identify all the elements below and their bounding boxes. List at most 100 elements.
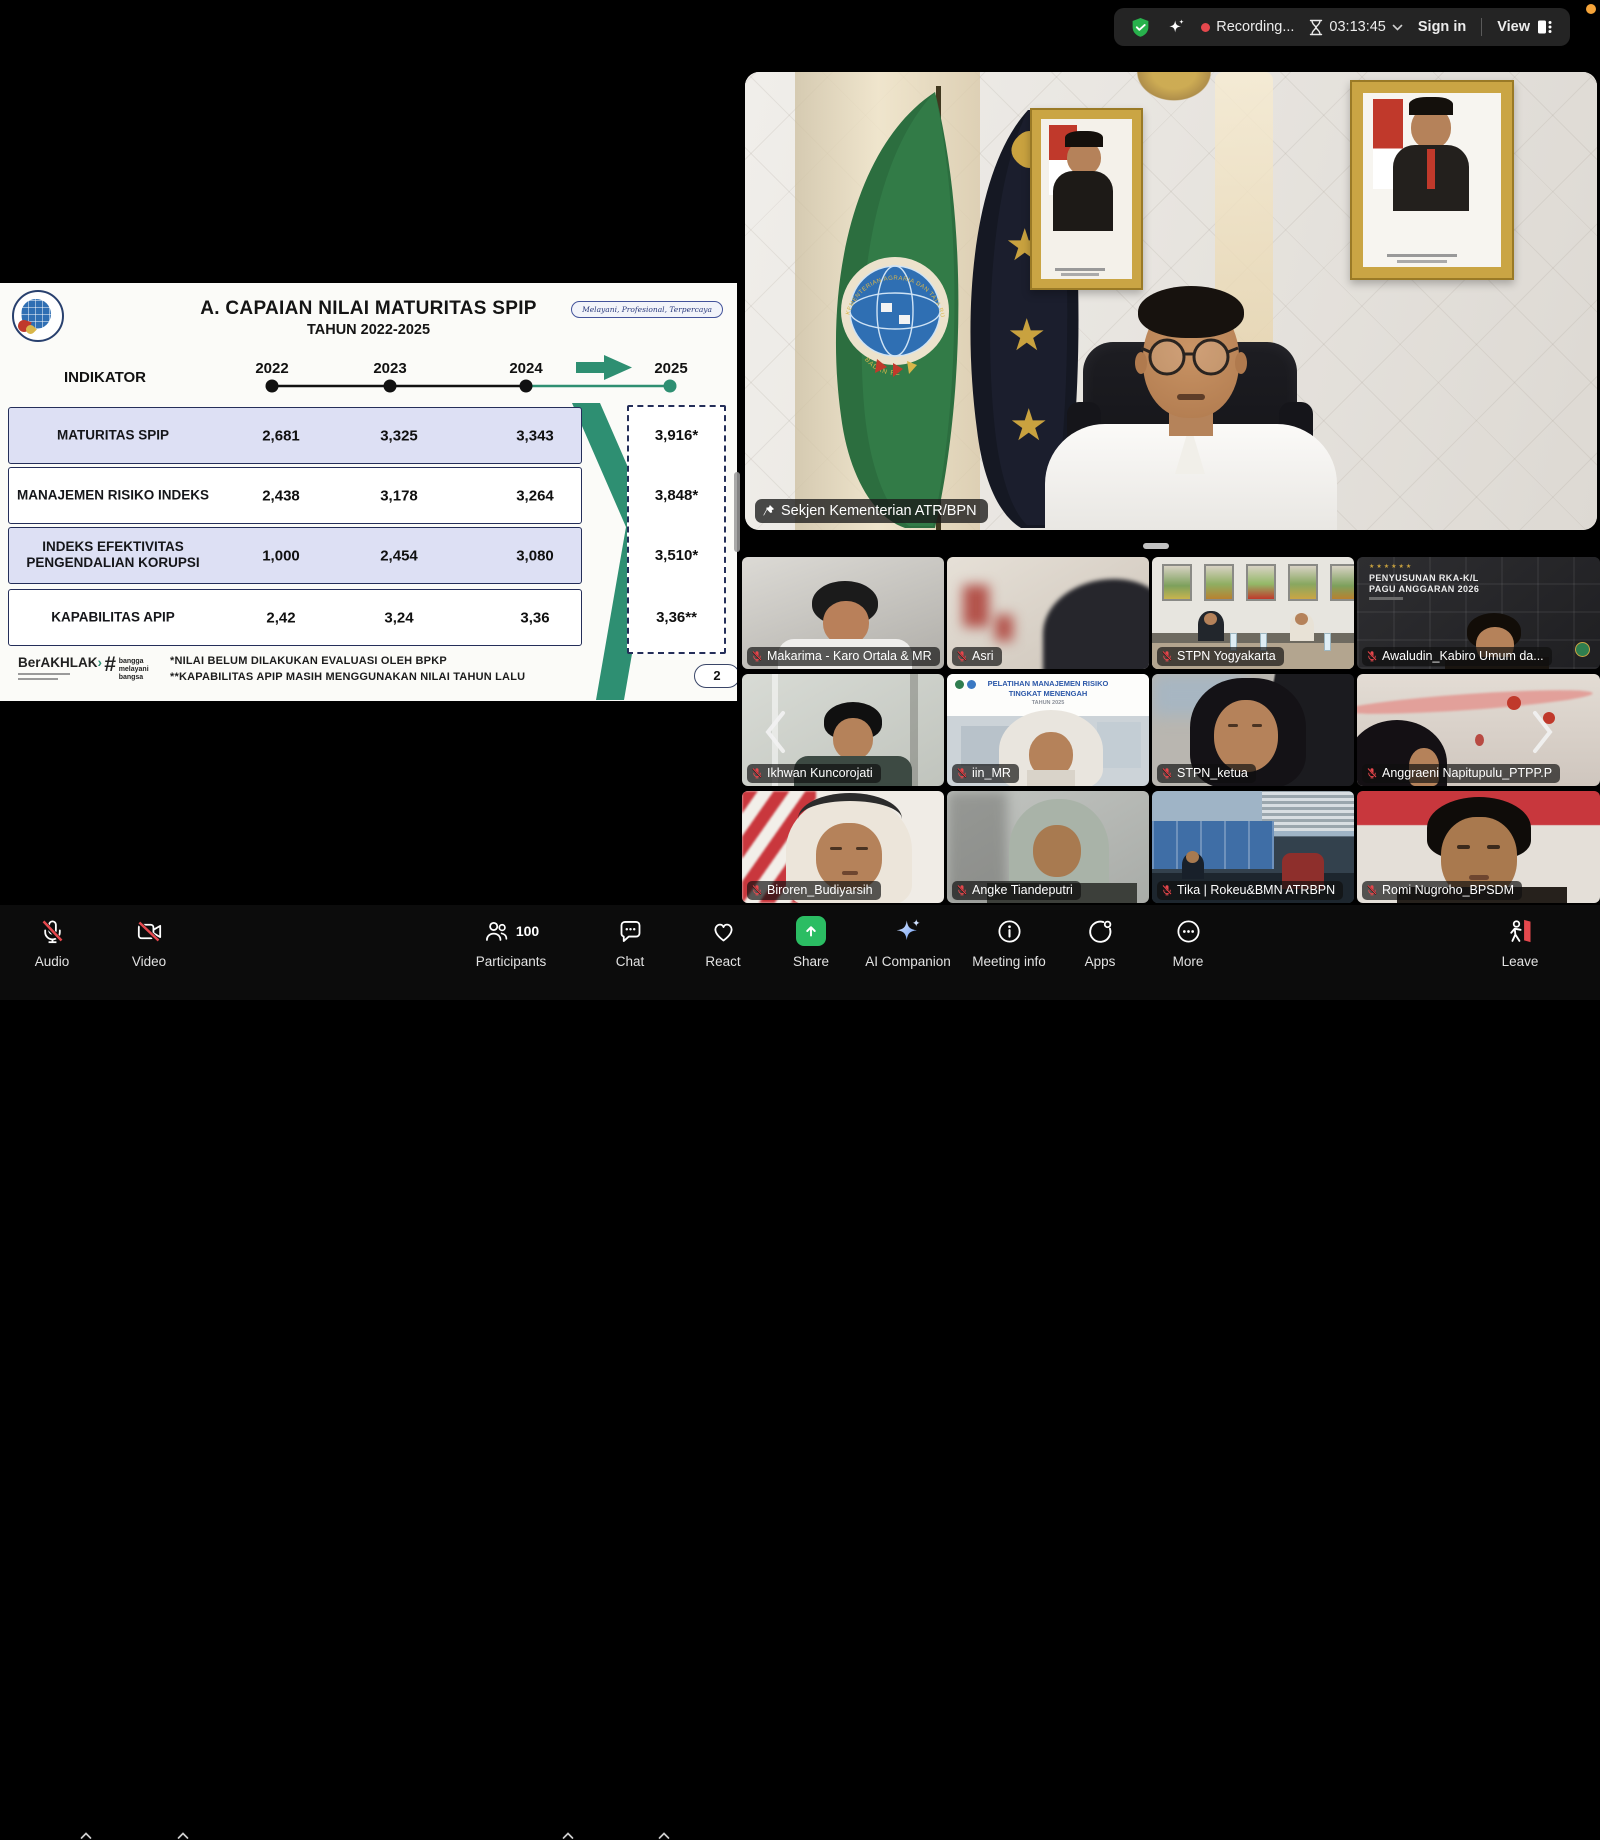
- share-label: Share: [793, 954, 829, 969]
- pin-icon: [762, 504, 775, 518]
- sign-in-button[interactable]: Sign in: [1418, 19, 1466, 35]
- camera-off-icon: [136, 915, 163, 947]
- shared-screen-slide: A. CAPAIAN NILAI MATURITAS SPIP TAHUN 20…: [0, 283, 737, 701]
- cell-value: 2,42: [241, 609, 321, 626]
- participant-tile[interactable]: Angke Tiandeputri: [947, 791, 1149, 903]
- status-dot: [1586, 4, 1596, 14]
- cell-value: 2,454: [359, 547, 439, 564]
- banner-text: TINGKAT MENENGAH: [947, 689, 1149, 698]
- chat-button[interactable]: Chat: [595, 915, 665, 969]
- speaker-glasses: [1141, 334, 1241, 380]
- screen-text: PAGU ANGGARAN 2026: [1369, 584, 1479, 594]
- meeting-topbar: Recording... 03:13:45 Sign in View: [1114, 8, 1570, 46]
- cell-value: 3,36: [495, 609, 575, 626]
- cell-value: 3,178: [359, 487, 439, 504]
- participant-tile[interactable]: ★★★★★★ PENYUSUNAN RKA-K/L PAGU ANGGARAN …: [1357, 557, 1600, 669]
- recording-label: Recording...: [1216, 19, 1294, 35]
- audio-label: Audio: [35, 954, 70, 969]
- more-icon: [1175, 915, 1202, 947]
- react-label: React: [705, 954, 740, 969]
- ai-companion-icon: [893, 915, 923, 947]
- banner-text: TAHUN 2025: [947, 700, 1149, 706]
- leave-button[interactable]: Leave: [1485, 915, 1555, 969]
- participant-name-badge: Makarima - Karo Ortala & MR: [747, 647, 940, 666]
- leave-icon: [1506, 915, 1534, 947]
- participant-name-badge: Romi Nugroho_BPSDM: [1362, 881, 1522, 900]
- svg-text:★: ★: [1007, 311, 1046, 360]
- ai-companion-label: AI Companion: [865, 954, 951, 969]
- cell-value: 3,325: [359, 427, 439, 444]
- info-icon: [996, 915, 1023, 947]
- share-button[interactable]: Share: [776, 915, 846, 969]
- participant-tile[interactable]: Anggraeni Napitupulu_PTPP.P: [1357, 674, 1600, 786]
- audio-button[interactable]: Audio: [17, 915, 87, 969]
- hourglass-icon: [1309, 19, 1323, 36]
- cell-value: 3,264: [495, 487, 575, 504]
- participant-tile[interactable]: Biroren_Budiyarsih: [742, 791, 944, 903]
- participant-name-badge: Biroren_Budiyarsih: [747, 881, 881, 900]
- participant-tile[interactable]: Romi Nugroho_BPSDM: [1357, 791, 1600, 903]
- more-button[interactable]: More: [1153, 915, 1223, 969]
- decor-stars: ★★★★★★: [1369, 563, 1413, 570]
- view-layout-icon: [1536, 18, 1554, 36]
- target-value: 3,36**: [629, 609, 724, 626]
- speaker-name-badge: Sekjen Kementerian ATR/BPN: [755, 499, 988, 523]
- participants-button[interactable]: 100 Participants: [446, 915, 576, 969]
- target-value: 3,510*: [629, 547, 724, 564]
- share-screen-icon: [796, 916, 826, 946]
- participant-name-badge: iin_MR: [952, 764, 1019, 783]
- participants-options-caret[interactable]: [562, 1832, 574, 1840]
- react-button[interactable]: React: [688, 915, 758, 969]
- ai-companion-topbar-icon[interactable]: [1166, 17, 1186, 37]
- view-button[interactable]: View: [1497, 18, 1554, 36]
- recording-indicator[interactable]: Recording...: [1201, 19, 1294, 35]
- cell-value: 3,343: [495, 427, 575, 444]
- apps-icon: [1087, 915, 1114, 947]
- row-label: MATURITAS SPIP: [14, 427, 212, 444]
- apps-button[interactable]: Apps: [1065, 915, 1135, 969]
- gallery-prev-button[interactable]: [762, 709, 788, 755]
- participant-tile[interactable]: STPN_ketua: [1152, 674, 1354, 786]
- participant-tile[interactable]: Makarima - Karo Ortala & MR: [742, 557, 944, 669]
- audio-options-caret[interactable]: [80, 1832, 92, 1840]
- gallery-drag-handle[interactable]: [1143, 543, 1169, 549]
- target-value: 3,848*: [629, 487, 724, 504]
- vice-president-portrait: [1350, 80, 1514, 280]
- main-speaker-video[interactable]: KEMENTERIAN AGRARIA DAN TATA RUANG BADAN…: [745, 72, 1597, 530]
- video-options-caret[interactable]: [177, 1832, 189, 1840]
- meeting-toolbar: Audio Video 100 Participants: [0, 905, 1600, 1000]
- participant-name-badge: Ikhwan Kuncorojati: [747, 764, 881, 783]
- chevron-down-icon: [1392, 24, 1403, 31]
- participant-tile[interactable]: Asri: [947, 557, 1149, 669]
- svg-text:★: ★: [1009, 401, 1048, 450]
- meeting-info-label: Meeting info: [972, 954, 1046, 969]
- ai-companion-button[interactable]: AI Companion: [848, 915, 968, 969]
- security-shield-icon[interactable]: [1130, 17, 1151, 38]
- speaker-hair: [1138, 286, 1244, 338]
- video-button[interactable]: Video: [114, 915, 184, 969]
- participants-label: Participants: [476, 954, 547, 969]
- mic-muted-icon: [39, 915, 66, 947]
- gallery-next-button[interactable]: [1530, 709, 1556, 755]
- timer-value: 03:13:45: [1329, 19, 1385, 35]
- cell-value: 3,24: [359, 609, 439, 626]
- participant-name-badge: Angke Tiandeputri: [952, 881, 1081, 900]
- participants-count: 100: [516, 923, 539, 939]
- screen-text: PENYUSUNAN RKA-K/L: [1369, 573, 1479, 583]
- participant-tile[interactable]: STPN Yogyakarta: [1152, 557, 1354, 669]
- cell-value: 3,080: [495, 547, 575, 564]
- chat-options-caret[interactable]: [658, 1832, 670, 1840]
- participant-name-badge: STPN Yogyakarta: [1157, 647, 1284, 666]
- participant-name-badge: Anggraeni Napitupulu_PTPP.P: [1362, 764, 1560, 783]
- meeting-timer[interactable]: 03:13:45: [1309, 19, 1402, 36]
- meeting-info-button[interactable]: Meeting info: [954, 915, 1064, 969]
- video-label: Video: [132, 954, 166, 969]
- row-label: MANAJEMEN RISIKO INDEKS: [14, 487, 212, 504]
- participants-icon: [483, 918, 510, 945]
- target-value: 3,916*: [629, 427, 724, 444]
- participant-name-badge: Tika | Rokeu&BMN ATRBPN: [1157, 881, 1343, 900]
- participant-tile[interactable]: Tika | Rokeu&BMN ATRBPN: [1152, 791, 1354, 903]
- participant-tile[interactable]: PELATIHAN MANAJEMEN RISIKO TINGKAT MENEN…: [947, 674, 1149, 786]
- president-portrait: [1030, 108, 1143, 290]
- table-row: MATURITAS SPIP 2,681 3,325 3,343: [8, 407, 582, 464]
